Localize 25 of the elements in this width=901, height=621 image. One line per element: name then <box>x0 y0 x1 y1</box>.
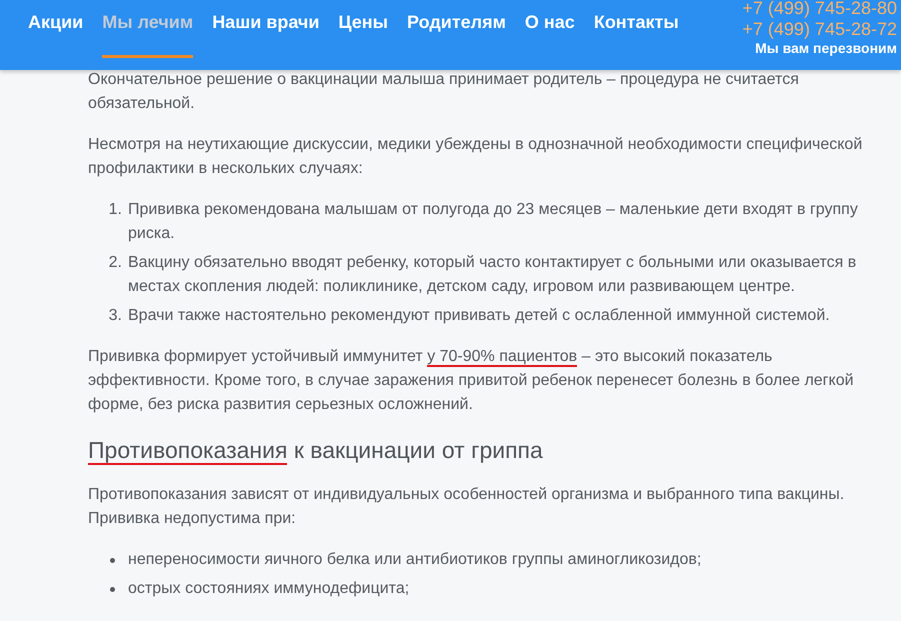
list-number: 1. <box>108 200 123 220</box>
nav-link[interactable]: Наши врачи <box>212 0 320 58</box>
list-item-text: острых состояниях иммунодефицита; <box>128 579 410 599</box>
phone-link[interactable]: +7 (499) 745-28-72 <box>742 19 897 40</box>
nav-link[interactable]: Родителям <box>407 0 506 58</box>
section-heading: Противопоказания к вакцинации от гриппа <box>88 436 544 466</box>
paragraph: Противопоказания зависят от индивидуальных особенностей организма и выбранного типа вакцины. Прививка недопустима при: <box>88 485 846 529</box>
paragraph: Окончательное решение о вакцинации малыша принимает родитель – процедура не считается обязательной. <box>88 70 800 114</box>
list-item-text: непереносимости яичного белка или антибиотиков группы аминогликозидов; <box>128 550 702 570</box>
nav-link[interactable]: О нас <box>524 0 575 58</box>
list-item-text: Вакцину обязательно вводят ребенку, который часто контактирует с больными или оказывается в местах скопления людей: поликлинике, детском саду, игровом или развивающем центре. <box>128 253 858 297</box>
bullet-icon <box>110 558 114 562</box>
paragraph: Несмотря на неутихающие дискуссии, медики убеждены в однозначной необходимости специфической профилактики в нескольких случаях: <box>88 135 864 179</box>
list-item-text: Врачи также настоятельно рекомендуют прививать детей с ослабленной иммунной системой. <box>128 306 831 326</box>
list-item-text: Прививка рекомендована малышам от полугода до 23 месяцев – маленькие дети входят в группу риска. <box>128 200 859 244</box>
nav-link[interactable]: Цены <box>338 0 388 58</box>
phone-link[interactable]: +7 (499) 745-28-80 <box>742 0 897 19</box>
paragraph: Прививка формирует устойчивый иммунитет у 70-90% пациентов – это высокий показатель эффективности. Кроме того, в случае заражения привитой ребенок перенесет болезнь в более легкой форме, без риска развития серьезных осложнений. <box>88 347 855 415</box>
nav-link[interactable]: Контакты <box>594 0 679 58</box>
callback-link[interactable]: Мы вам перезвоним <box>755 40 897 57</box>
list-number: 2. <box>108 253 123 273</box>
list-number: 3. <box>108 306 123 326</box>
nav-link[interactable]: Мы лечим <box>102 0 194 58</box>
bullet-icon <box>110 586 114 592</box>
nav-link[interactable]: Акции <box>28 0 84 58</box>
